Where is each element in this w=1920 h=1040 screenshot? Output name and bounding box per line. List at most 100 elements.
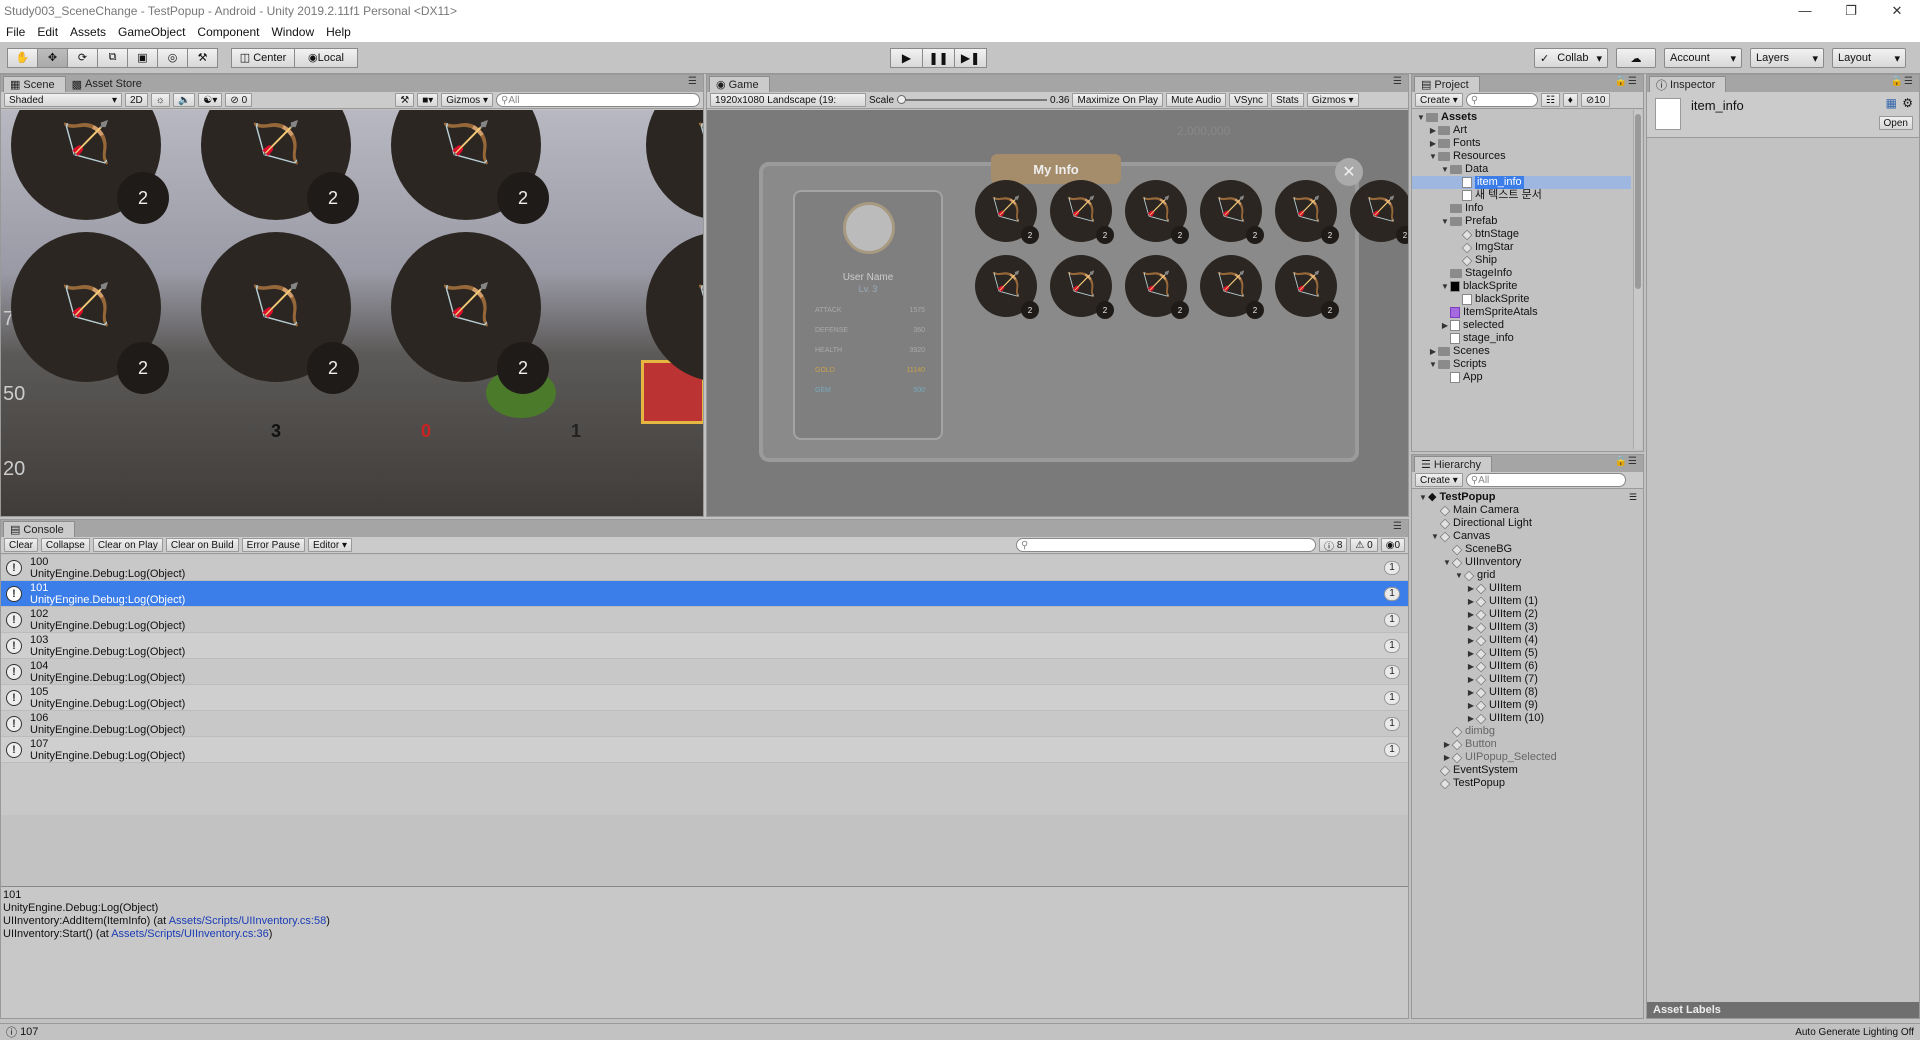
shading-dropdown[interactable]: Shaded ▾ bbox=[4, 93, 122, 107]
project-item[interactable]: StageInfo bbox=[1412, 267, 1631, 280]
hierarchy-item[interactable]: ▼ ◆ TestPopup ☰ bbox=[1412, 491, 1643, 504]
rotate-tool-icon[interactable]: ⟳ bbox=[67, 47, 98, 68]
filter-type-icon[interactable]: ☷ bbox=[1540, 93, 1560, 107]
hierarchy-item[interactable]: EventSystem bbox=[1412, 764, 1643, 777]
tab-hierarchy[interactable]: ☰ Hierarchy bbox=[1414, 456, 1492, 472]
hierarchy-item[interactable]: ▶ UIItem (2) bbox=[1412, 608, 1643, 621]
project-item[interactable]: stage_info bbox=[1412, 332, 1631, 345]
cloud-icon[interactable]: ☁ bbox=[1616, 48, 1656, 68]
game-item-slot[interactable]: 🏹 2 bbox=[1125, 255, 1189, 319]
hierarchy-item[interactable]: ▶ UIPopup_Selected bbox=[1412, 751, 1643, 764]
project-item[interactable]: ▼ Assets bbox=[1412, 111, 1631, 124]
gear-icon[interactable]: ⚙ bbox=[1902, 96, 1913, 110]
clear-on-play-toggle[interactable]: Clear on Play bbox=[92, 538, 163, 552]
hidden-packages-toggle[interactable]: ⊘ 10 bbox=[1580, 93, 1611, 107]
game-item-slot[interactable]: 🏹 2 bbox=[1350, 180, 1408, 244]
move-tool-icon[interactable]: ✥ bbox=[37, 47, 68, 68]
project-item[interactable]: ItemSpriteAtals bbox=[1412, 306, 1631, 319]
item-slot[interactable]: 🏹 bbox=[646, 110, 703, 220]
menu-help[interactable]: Help bbox=[326, 25, 351, 39]
hierarchy-item[interactable]: ▼ UIInventory bbox=[1412, 556, 1643, 569]
rect-tool-icon[interactable]: ▣ bbox=[127, 47, 158, 68]
tab-asset-store[interactable]: ▩ Asset Store bbox=[66, 76, 152, 92]
project-item[interactable]: 새 텍스트 문서 bbox=[1412, 189, 1631, 202]
pivot-center-button[interactable]: ◫ Center bbox=[231, 47, 295, 68]
panel-menu-icon[interactable]: ☰ bbox=[1628, 456, 1637, 467]
maximize-on-play-toggle[interactable]: Maximize On Play bbox=[1072, 93, 1164, 107]
hierarchy-item[interactable]: ▶ UIItem (6) bbox=[1412, 660, 1643, 673]
expand-arrow-icon[interactable]: ▶ bbox=[1428, 345, 1438, 358]
hierarchy-item[interactable]: ▶ UIItem (10) bbox=[1412, 712, 1643, 725]
expand-arrow-icon[interactable]: ▶ bbox=[1428, 137, 1438, 150]
hierarchy-item[interactable]: Main Camera bbox=[1412, 504, 1643, 517]
audio-icon[interactable]: 🔈 bbox=[172, 93, 196, 107]
menu-window[interactable]: Window bbox=[271, 25, 314, 39]
game-item-slot[interactable]: 🏹 2 bbox=[1200, 255, 1264, 319]
project-item[interactable]: ▶ Scenes bbox=[1412, 345, 1631, 358]
project-item[interactable]: ▼ Resources bbox=[1412, 150, 1631, 163]
gizmos-dropdown[interactable]: Gizmos ▾ bbox=[441, 93, 493, 107]
game-item-slot[interactable]: 🏹 2 bbox=[1275, 180, 1339, 244]
expand-arrow-icon[interactable]: ▼ bbox=[1418, 491, 1428, 504]
hierarchy-item[interactable]: ▶ UIItem bbox=[1412, 582, 1643, 595]
tools-icon[interactable]: ⚒ bbox=[395, 93, 415, 107]
scene-viewport[interactable]: 75 50 20 3 0 1 🏹2 🏹2 🏹2 🏹 🏹2 🏹2 🏹2 🏹 bbox=[1, 110, 703, 516]
hierarchy-item[interactable]: ▼ Canvas bbox=[1412, 530, 1643, 543]
panel-menu-icon[interactable]: ☰ bbox=[1628, 76, 1637, 87]
game-item-slot[interactable]: 🏹 2 bbox=[1200, 180, 1264, 244]
expand-arrow-icon[interactable]: ▶ bbox=[1440, 319, 1450, 332]
pivot-local-button[interactable]: ◉ Local bbox=[294, 47, 358, 68]
lock-icon[interactable]: 🔒 bbox=[1891, 76, 1903, 87]
project-scrollbar[interactable] bbox=[1633, 110, 1642, 449]
scene-menu-icon[interactable]: ☰ bbox=[1629, 491, 1637, 504]
clear-button[interactable]: Clear bbox=[4, 538, 38, 552]
console-log-row[interactable]: ! 103 UnityEngine.Debug:Log(Object) 1 bbox=[1, 633, 1408, 659]
project-item[interactable]: btnStage bbox=[1412, 228, 1631, 241]
mute-audio-toggle[interactable]: Mute Audio bbox=[1166, 93, 1227, 107]
hierarchy-item[interactable]: ▶ UIItem (4) bbox=[1412, 634, 1643, 647]
panel-menu-icon[interactable]: ☰ bbox=[1904, 76, 1913, 87]
stack-trace-link[interactable]: Assets/Scripts/UIInventory.cs:58 bbox=[169, 915, 327, 927]
project-item[interactable]: ▼ Prefab bbox=[1412, 215, 1631, 228]
panel-menu-icon[interactable]: ☰ bbox=[1393, 76, 1402, 87]
item-slot[interactable]: 🏹 2 bbox=[11, 110, 169, 224]
game-gizmos-dropdown[interactable]: Gizmos ▾ bbox=[1306, 93, 1359, 107]
layers-dropdown[interactable]: Layers ▾ bbox=[1750, 48, 1824, 68]
project-item[interactable]: ▼ Data bbox=[1412, 163, 1631, 176]
console-log-row[interactable]: ! 100 UnityEngine.Debug:Log(Object) 1 bbox=[1, 555, 1408, 581]
game-item-slot[interactable]: 🏹 2 bbox=[1050, 255, 1114, 319]
game-viewport[interactable]: 2,000,000 My Info ✕ User Name Lv. 3 ATTA… bbox=[707, 110, 1408, 516]
expand-arrow-icon[interactable]: ▼ bbox=[1440, 280, 1450, 293]
tab-project[interactable]: ▤ Project bbox=[1414, 76, 1480, 92]
lock-icon[interactable]: 🔒 bbox=[1615, 456, 1627, 467]
console-log-row[interactable]: ! 105 UnityEngine.Debug:Log(Object) 1 bbox=[1, 685, 1408, 711]
lock-icon[interactable]: 🔒 bbox=[1615, 76, 1627, 87]
console-log-row[interactable]: ! 106 UnityEngine.Debug:Log(Object) 1 bbox=[1, 711, 1408, 737]
project-item[interactable]: Ship bbox=[1412, 254, 1631, 267]
game-item-slot[interactable]: 🏹 2 bbox=[1125, 180, 1189, 244]
step-icon[interactable]: ▶❚ bbox=[954, 48, 987, 68]
item-slot[interactable]: 🏹 2 bbox=[11, 232, 169, 394]
hierarchy-item[interactable]: ▶ UIItem (3) bbox=[1412, 621, 1643, 634]
expand-arrow-icon[interactable]: ▼ bbox=[1428, 358, 1438, 371]
project-item[interactable]: ▶ Art bbox=[1412, 124, 1631, 137]
panel-menu-icon[interactable]: ☰ bbox=[1393, 521, 1402, 532]
project-create-dropdown[interactable]: Create ▾ bbox=[1415, 93, 1463, 107]
tab-scene[interactable]: ▦ Scene bbox=[3, 76, 66, 92]
game-item-slot[interactable]: 🏹 2 bbox=[1050, 180, 1114, 244]
tab-console[interactable]: ▤ Console bbox=[3, 521, 75, 537]
project-item[interactable]: ▼ blackSprite bbox=[1412, 280, 1631, 293]
scale-tool-icon[interactable]: ⧉ bbox=[97, 47, 128, 68]
project-item[interactable]: item_info bbox=[1412, 176, 1631, 189]
item-slot[interactable]: 🏹 2 bbox=[391, 232, 549, 394]
status-message[interactable]: 107 bbox=[20, 1026, 38, 1038]
collapse-toggle[interactable]: Collapse bbox=[40, 538, 90, 552]
item-slot[interactable]: 🏹 2 bbox=[391, 110, 549, 224]
project-item[interactable]: ImgStar bbox=[1412, 241, 1631, 254]
hierarchy-item[interactable]: ▶ Button bbox=[1412, 738, 1643, 751]
menu-assets[interactable]: Assets bbox=[70, 25, 106, 39]
hierarchy-item[interactable]: ▶ UIItem (5) bbox=[1412, 647, 1643, 660]
resolution-dropdown[interactable]: 1920x1080 Landscape (19: bbox=[710, 93, 866, 107]
project-item[interactable]: ▼ Scripts bbox=[1412, 358, 1631, 371]
scale-slider-handle[interactable] bbox=[897, 95, 907, 104]
